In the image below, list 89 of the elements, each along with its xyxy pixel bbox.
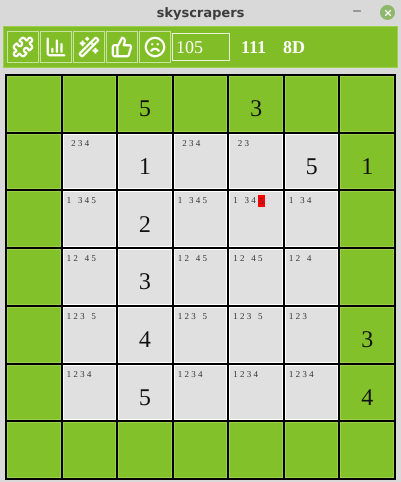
sad-face-button[interactable] [139, 31, 171, 63]
candidates: 1 2 3 4 [288, 368, 314, 379]
clue-cell [7, 306, 61, 363]
candidates: 1 2 3 4 [178, 368, 202, 379]
puzzle-icon [12, 36, 34, 58]
grid-cell[interactable]: 1 2 3 5 [62, 306, 116, 363]
clue-cell [7, 76, 61, 132]
clue-cell [340, 249, 394, 305]
candidates: 1 3 4 5 [178, 195, 207, 206]
clue-cell [229, 422, 283, 478]
clue-cell [62, 422, 116, 478]
grid-cell[interactable]: 1 2 4 [284, 249, 338, 305]
candidates: 1 3 4 5 [66, 195, 96, 206]
cell-value: 1 [138, 154, 151, 182]
clue-cell [118, 422, 172, 478]
candidates: 1 2 3 4 [233, 368, 258, 379]
grid-cell[interactable]: 5 [118, 364, 172, 420]
clue-cell [284, 76, 338, 132]
candidates: 1 3 4 [233, 195, 257, 208]
grid-cell[interactable]: 3 [118, 249, 172, 305]
cell-value: 5 [138, 384, 151, 412]
bar-chart-icon [45, 36, 67, 58]
grid-cell[interactable]: 1 3 4 [284, 191, 338, 248]
grid-cell[interactable]: 1 2 3 5 [174, 306, 228, 363]
grid-cell[interactable]: 1 2 3 4 [284, 364, 338, 420]
clue-number: 3 [250, 96, 262, 124]
grid-cell[interactable]: 1 3 4 5 [229, 191, 283, 248]
clue-number: 3 [361, 327, 374, 354]
candidates: 1 2 4 [288, 253, 312, 264]
clue-cell [7, 364, 61, 420]
clue-number: 4 [361, 384, 374, 412]
grid-cell[interactable]: 1 2 3 4 [62, 364, 116, 420]
clue-cell [340, 191, 394, 248]
clue-number: 1 [361, 154, 374, 182]
grid-cell[interactable]: 2 3 [229, 134, 283, 190]
status-text: 8D [283, 36, 306, 58]
clue-cell [340, 422, 394, 478]
cell-value: 4 [138, 327, 151, 354]
clue-cell [7, 191, 61, 248]
grid-cell[interactable]: 1 2 4 5 [174, 249, 228, 305]
candidates: 2 3 4 [181, 138, 200, 148]
clue-cell [7, 422, 61, 478]
clue-cell [284, 422, 338, 478]
candidates: 2 3 4 [70, 138, 90, 148]
grid-cell[interactable]: 1 2 4 5 [62, 249, 116, 305]
highlighted-candidate: 5 [258, 195, 265, 208]
cell-value: 2 [138, 212, 151, 239]
puzzle-button[interactable] [7, 31, 39, 63]
candidates: 2 3 [236, 138, 250, 148]
clue-cell [7, 249, 61, 305]
grid-cell[interactable]: 1 2 3 4 [229, 364, 283, 420]
candidates: 1 2 3 5 [233, 310, 263, 321]
grid-cell[interactable]: 4 [118, 306, 172, 363]
grid-cell[interactable]: 2 3 4 [62, 134, 116, 190]
thumbs-up-icon [111, 36, 133, 58]
magic-wand-icon [78, 36, 100, 58]
cell-value: 5 [306, 154, 318, 182]
window-title: skyscrapers [156, 6, 244, 20]
candidates: 1 2 4 5 [233, 253, 263, 264]
sad-face-icon [144, 36, 166, 58]
grid-cell[interactable]: 5 [284, 134, 338, 190]
clue-cell [340, 76, 394, 132]
grid-cell[interactable]: 1 2 3 4 [174, 364, 228, 420]
grid-cell[interactable]: 1 [118, 134, 172, 190]
candidates: 1 2 4 5 [178, 253, 207, 264]
clue-cell [174, 422, 228, 478]
candidates: 1 3 4 [288, 195, 312, 206]
candidates: 1 2 4 5 [66, 253, 96, 264]
grid-cell[interactable]: 1 2 4 5 [229, 249, 283, 305]
grid-cell[interactable]: 2 [118, 191, 172, 248]
candidates: 1 2 3 [288, 310, 307, 321]
candidates: 1 2 3 5 [66, 310, 96, 321]
thumbs-up-button[interactable] [106, 31, 138, 63]
grid-cell[interactable]: 1 3 4 5 [62, 191, 116, 248]
status-text: 111 [241, 36, 266, 58]
candidates: 1 2 3 5 [178, 310, 207, 321]
clue-cell [7, 134, 61, 190]
clue-cell [174, 76, 228, 132]
grid-cell[interactable]: 1 2 3 5 [229, 306, 283, 363]
clue-cell [62, 76, 116, 132]
clue-number: 5 [138, 96, 151, 124]
close-icon[interactable] [380, 5, 395, 20]
cell-value: 3 [138, 269, 151, 296]
grid-cell[interactable]: 2 3 4 [174, 134, 228, 190]
bar-chart-button[interactable] [40, 31, 72, 63]
grid-cell[interactable]: 1 2 3 [284, 306, 338, 363]
magic-wand-button[interactable] [73, 31, 105, 63]
candidates: 1 2 3 4 [66, 368, 92, 379]
grid-cell[interactable]: 1 3 4 5 [174, 191, 228, 248]
